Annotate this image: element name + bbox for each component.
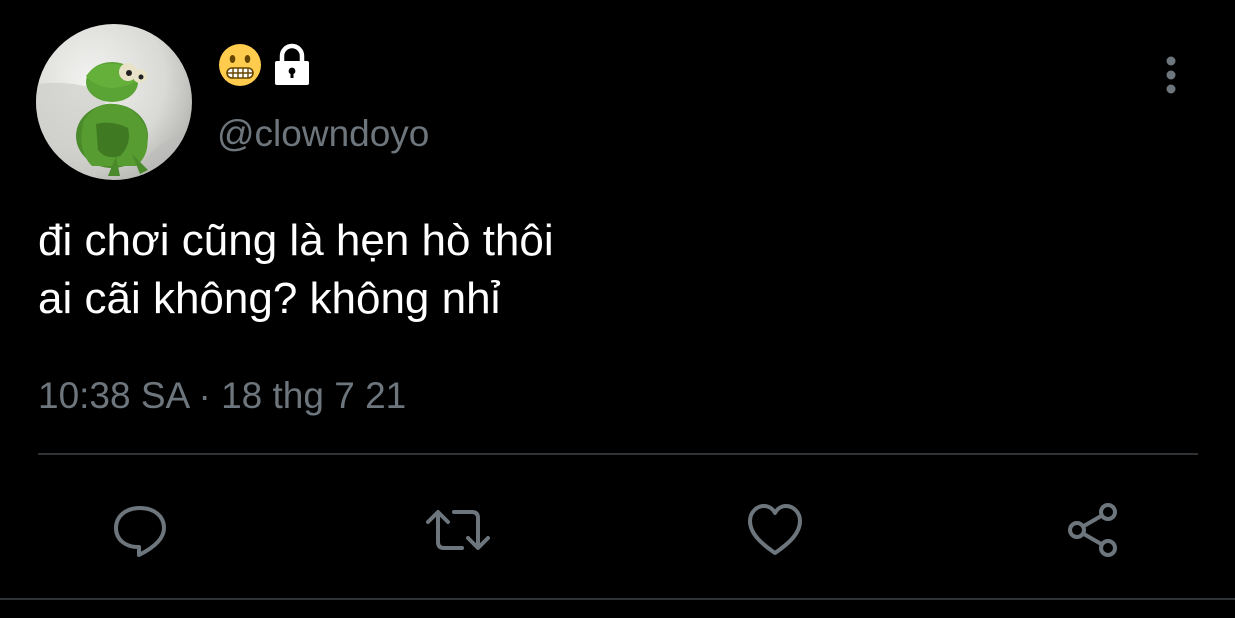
tweet-text-line: ai cãi không? không nhỉ (38, 274, 501, 323)
tweet-detail: @clowndoyo đi chơi cũng là hẹn hò thôi a… (0, 0, 1235, 618)
like-button[interactable] (735, 490, 815, 570)
action-bar (0, 490, 1235, 570)
share-button[interactable] (1052, 490, 1132, 570)
more-options-icon[interactable] (1156, 52, 1186, 98)
avatar[interactable] (36, 24, 192, 180)
tweet-text: đi chơi cũng là hẹn hò thôi ai cãi không… (38, 212, 554, 328)
retweet-icon (426, 510, 490, 550)
display-name[interactable] (217, 42, 313, 88)
heart-icon (748, 504, 802, 555)
comment-bubble-icon (114, 506, 166, 557)
tweet-time: 10:38 SA (38, 375, 189, 416)
divider (38, 453, 1198, 455)
tweet-timestamp[interactable]: 10:38 SA · 18 thg 7 21 (38, 372, 406, 420)
bottom-border (0, 598, 1235, 600)
user-handle[interactable]: @clowndoyo (217, 112, 429, 156)
share-icon (1068, 503, 1117, 557)
timestamp-separator: · (198, 375, 211, 416)
grimacing-face-emoji-icon (217, 42, 263, 88)
retweet-button[interactable] (418, 490, 498, 570)
tweet-text-line: đi chơi cũng là hẹn hò thôi (38, 216, 554, 265)
kermit-frog-avatar (36, 24, 192, 180)
lock-icon (271, 43, 313, 87)
tweet-date: 18 thg 7 21 (221, 375, 407, 416)
reply-button[interactable] (100, 490, 180, 570)
